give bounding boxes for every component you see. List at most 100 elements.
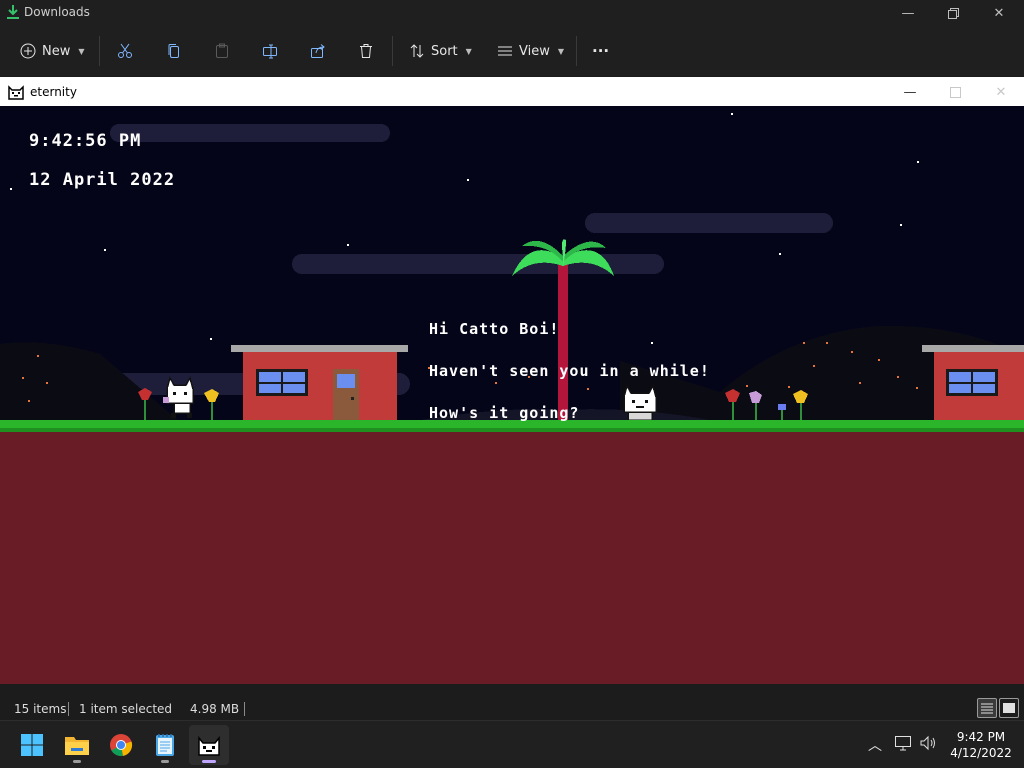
toolbar-divider <box>576 36 577 66</box>
minimize-icon: — <box>901 5 915 21</box>
game-minimize-button[interactable]: — <box>887 78 933 106</box>
taskbar-eternity[interactable] <box>189 725 229 765</box>
details-view-button[interactable] <box>977 698 997 718</box>
chevron-up-icon: ︿ <box>868 738 882 754</box>
game-window-title: eternity <box>30 85 77 99</box>
toolbar-divider <box>392 36 393 66</box>
view-label: View <box>519 43 550 59</box>
share-icon <box>311 44 325 58</box>
chrome-icon <box>110 734 133 757</box>
firefly <box>826 342 828 344</box>
delete-button[interactable] <box>358 39 374 63</box>
firefly <box>897 376 899 378</box>
firefly <box>22 377 24 379</box>
star <box>10 188 12 190</box>
tiles-view-button[interactable] <box>999 698 1019 718</box>
network-button[interactable] <box>894 735 912 755</box>
download-folder-icon <box>7 5 19 19</box>
game-maximize-button[interactable] <box>932 78 978 106</box>
left-house <box>231 345 408 420</box>
star <box>900 224 902 226</box>
door-window <box>337 374 355 388</box>
file-explorer-icon <box>65 737 89 755</box>
star <box>917 161 919 163</box>
chevron-down-icon: ▼ <box>557 46 565 56</box>
door-knob <box>351 397 354 400</box>
restore-icon <box>947 7 959 19</box>
copy-button[interactable] <box>166 39 182 63</box>
cat-body <box>173 402 191 414</box>
held-flower <box>163 397 169 403</box>
window-transom <box>259 382 305 384</box>
game-date: 12 April 2022 <box>29 170 176 190</box>
npc-dialogue: Hi Catto Boi! Haven't seen you in a whil… <box>429 294 710 448</box>
house-roof <box>231 345 408 352</box>
dialogue-line: How's it going? <box>429 404 580 422</box>
cloud <box>110 124 390 142</box>
network-icon <box>895 736 911 751</box>
firefly <box>746 385 748 387</box>
chevron-down-icon: ▼ <box>78 46 85 56</box>
running-indicator <box>73 760 81 763</box>
flower-stem <box>211 401 213 420</box>
start-button[interactable] <box>12 725 52 765</box>
flower-stem <box>755 402 757 420</box>
firefly <box>859 382 861 384</box>
show-hidden-icons-button[interactable]: ︿ <box>868 735 882 755</box>
share-button[interactable] <box>310 39 326 63</box>
explorer-minimize-button[interactable]: — <box>885 0 931 26</box>
cat-foot <box>171 413 176 418</box>
toolbar-divider <box>99 36 100 66</box>
running-indicator <box>161 760 169 763</box>
game-canvas[interactable]: 9:42:56 PM 12 April 2022 Hi Catto Boi! H… <box>0 106 1024 684</box>
new-label: New <box>42 43 71 59</box>
taskbar-clock[interactable]: 9:42 PM 4/12/2022 <box>944 729 1018 761</box>
star <box>210 338 212 340</box>
right-house <box>922 345 1024 420</box>
cat-eye <box>173 392 176 395</box>
plus-circle-icon <box>20 43 36 59</box>
selection-count: 1 item selected <box>79 702 173 716</box>
game-close-button[interactable]: ✕ <box>978 78 1024 106</box>
dialogue-line: Hi Catto Boi! <box>429 320 560 338</box>
firefly <box>788 386 790 388</box>
explorer-restore-button[interactable] <box>930 0 976 26</box>
taskbar-chrome[interactable] <box>101 725 141 765</box>
flower-head <box>778 404 786 410</box>
explorer-titlebar: Downloads — ✕ <box>0 0 1024 26</box>
rename-button[interactable] <box>262 39 278 63</box>
cat-eye <box>184 392 187 395</box>
notepad-icon <box>156 734 174 756</box>
explorer-close-button[interactable]: ✕ <box>976 0 1022 26</box>
star <box>731 113 733 115</box>
new-button[interactable]: New ▼ <box>20 39 85 63</box>
sort-button[interactable]: Sort ▼ <box>409 39 472 63</box>
firefly <box>803 342 805 344</box>
taskbar-file-explorer[interactable] <box>57 725 97 765</box>
tiles-view-icon <box>1003 703 1015 713</box>
trash-icon <box>360 44 372 58</box>
firefly <box>28 400 30 402</box>
cut-button[interactable] <box>117 39 133 63</box>
tray-time: 9:42 PM <box>956 730 1006 744</box>
cut-icon <box>118 43 132 58</box>
star <box>104 249 106 251</box>
cloud <box>585 213 833 233</box>
taskbar-notepad[interactable] <box>145 725 185 765</box>
more-options-button[interactable]: ... <box>592 35 609 59</box>
dialogue-line: Haven't seen you in a while! <box>429 362 710 380</box>
firefly <box>851 351 853 353</box>
cat-foot <box>187 413 192 418</box>
firefly <box>37 355 39 357</box>
flower-stem <box>781 409 783 420</box>
maximize-icon <box>949 86 961 98</box>
close-icon: ✕ <box>993 5 1005 21</box>
status-divider <box>68 702 69 716</box>
paste-button[interactable] <box>214 39 230 63</box>
view-button[interactable]: View ▼ <box>497 39 564 63</box>
flower-stem <box>144 400 146 420</box>
firefly <box>916 387 918 389</box>
volume-icon <box>920 735 935 751</box>
volume-button[interactable] <box>919 735 937 755</box>
details-view-icon <box>981 703 993 714</box>
